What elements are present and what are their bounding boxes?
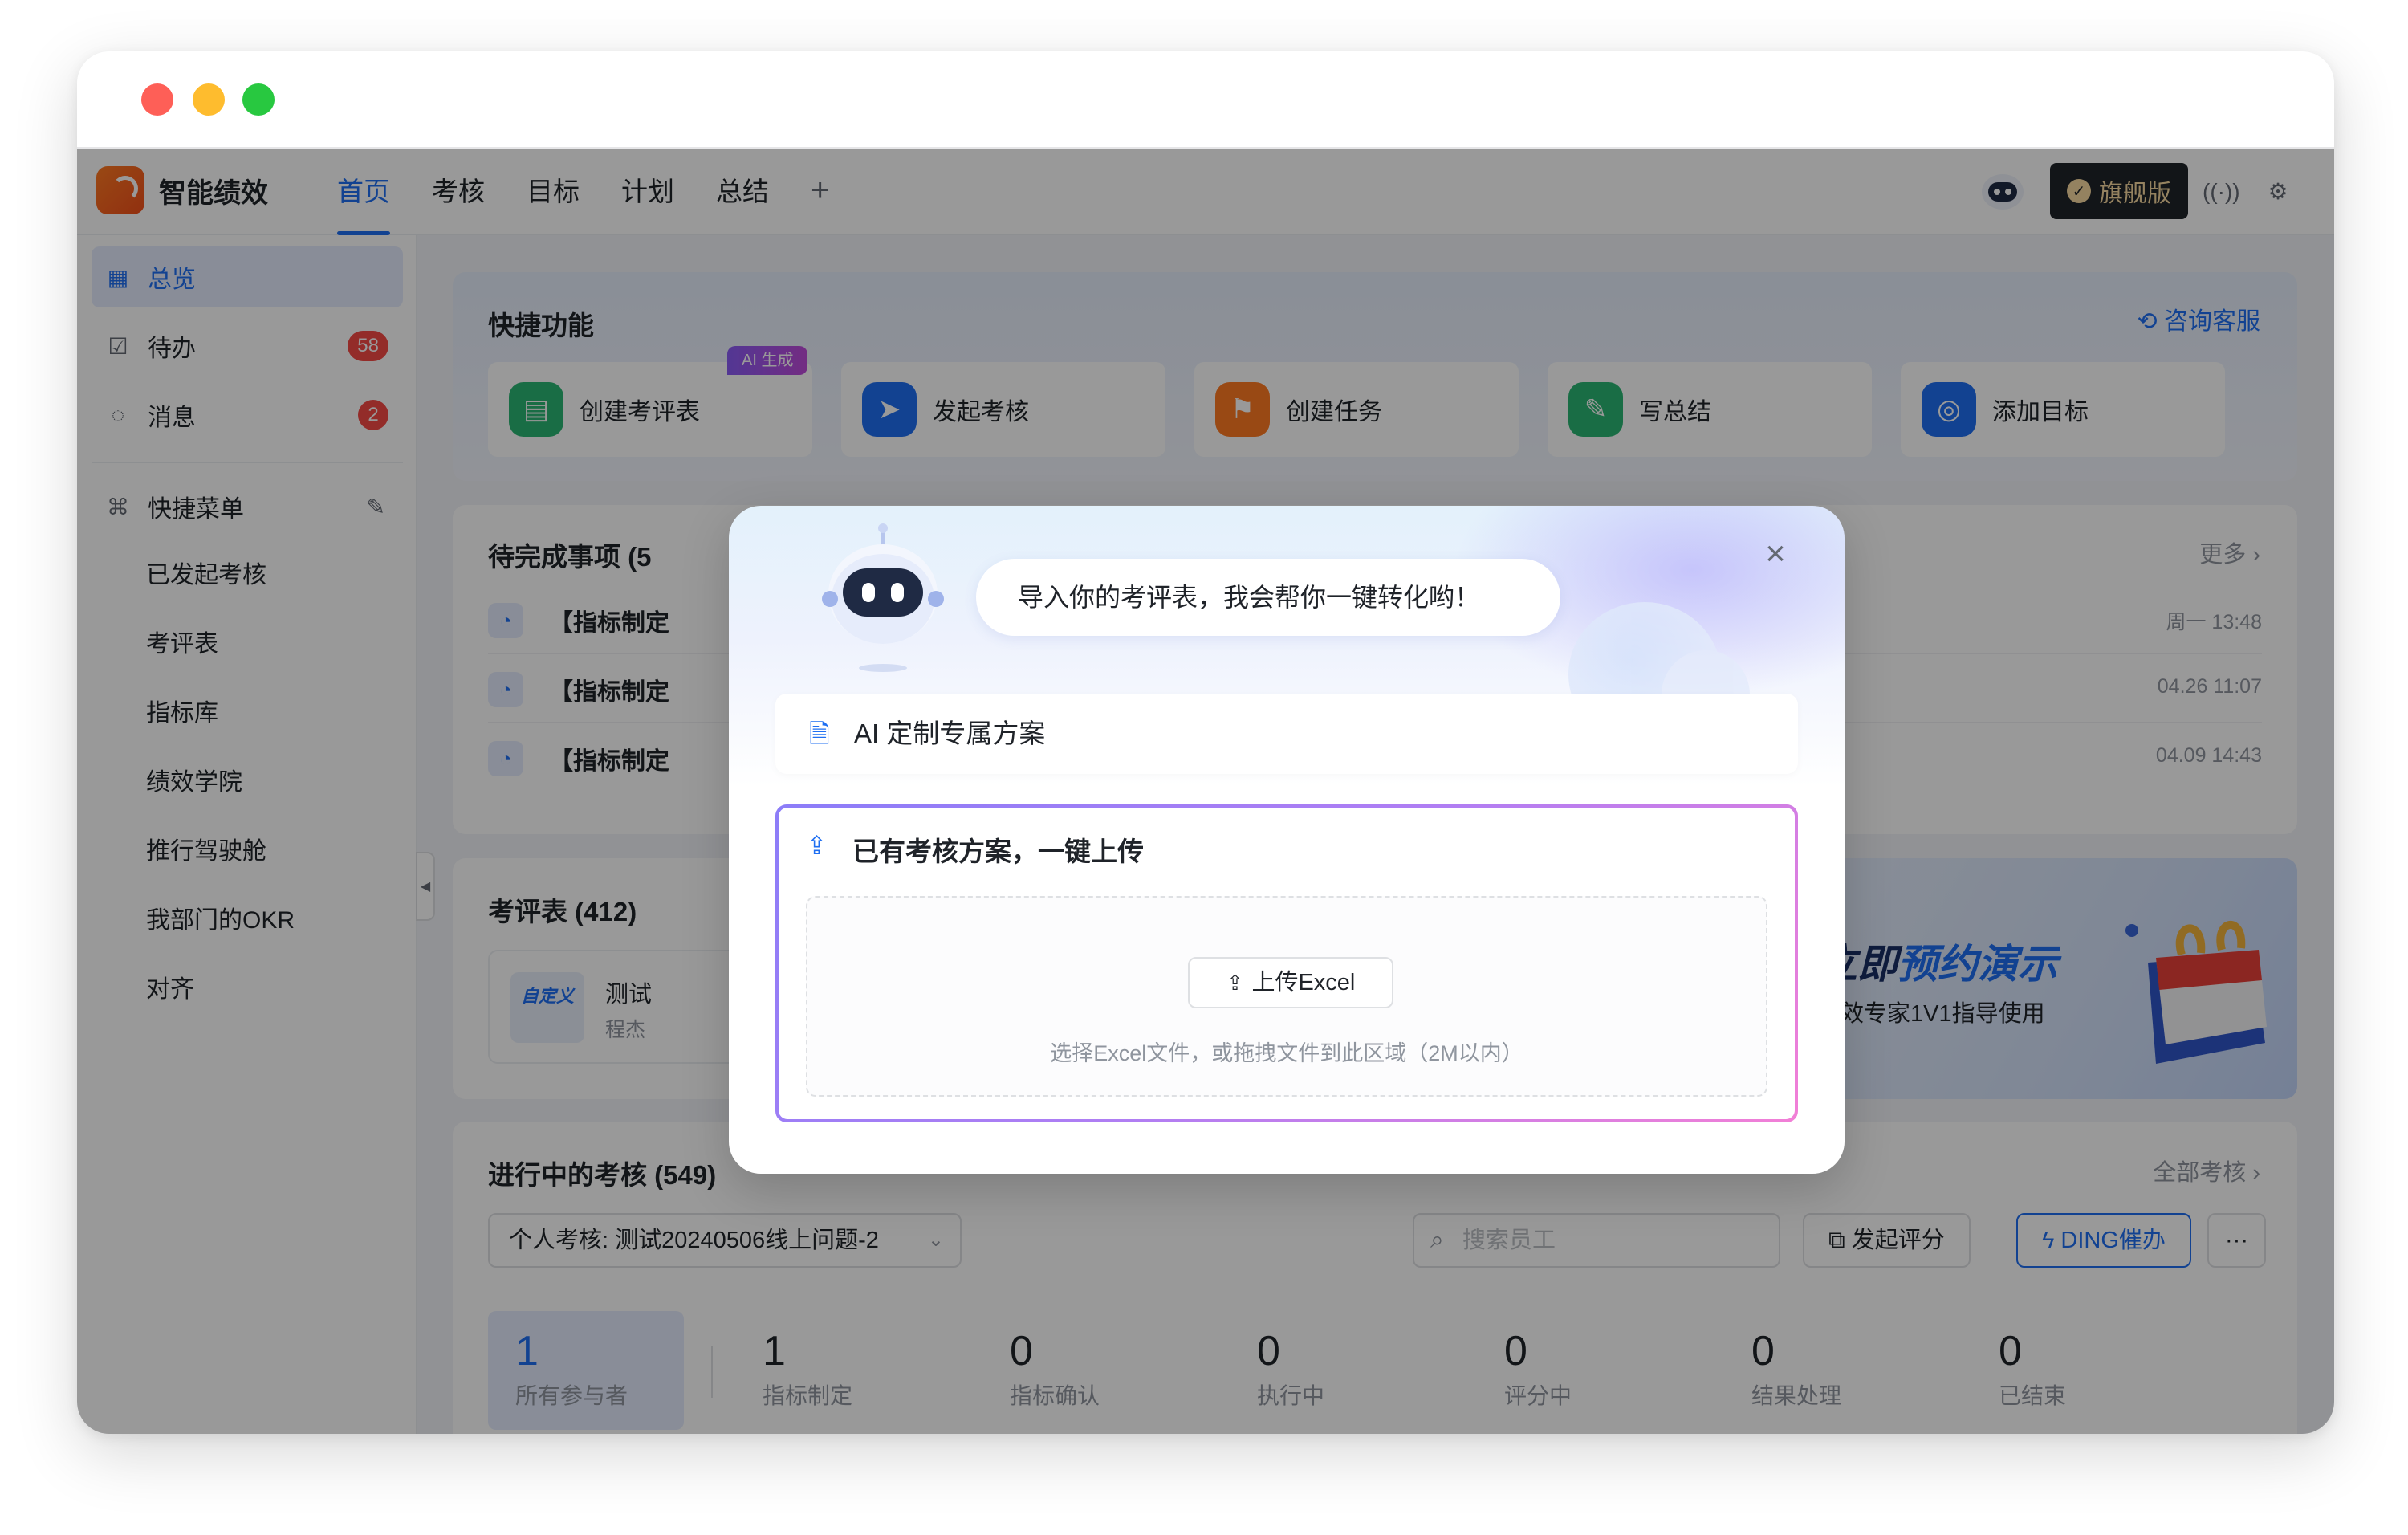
window-titlebar	[77, 51, 2334, 149]
assistant-speech-bubble: 导入你的考评表，我会帮你一键转化哟！	[976, 559, 1560, 636]
robot-mascot-icon	[822, 523, 944, 672]
close-window-button[interactable]	[141, 83, 173, 116]
ai-custom-plan-option[interactable]: 🗎 AI 定制专属方案	[775, 694, 1798, 774]
import-eval-form-modal: 导入你的考评表，我会帮你一键转化哟！ × 🗎 AI 定制专属方案 ⇪ 已有考核方…	[729, 506, 1845, 1174]
file-dropzone[interactable]: ⇪ 上传Excel 选择Excel文件，或拖拽文件到此区域（2M以内）	[806, 896, 1767, 1097]
maximize-window-button[interactable]	[242, 83, 275, 116]
upload-icon: ⇪	[1226, 971, 1244, 995]
upload-existing-plan-card: ⇪ 已有考核方案，一键上传 ⇪ 上传Excel 选择Excel文件，或拖拽文件到此…	[775, 804, 1798, 1122]
upload-excel-label: 上传Excel	[1251, 970, 1356, 996]
app-window: 智能绩效 首页 考核 目标 计划 总结 + ✓ 旗舰版 ((·)) ⚙ ▦ 总览…	[77, 51, 2334, 1434]
ai-plan-label: AI 定制专属方案	[854, 719, 1046, 748]
upload-excel-button[interactable]: ⇪ 上传Excel	[1188, 957, 1393, 1008]
upload-hint: 选择Excel文件，或拖拽文件到此区域（2M以内）	[1050, 1041, 1523, 1065]
upload-card-title: 已有考核方案，一键上传	[852, 837, 1144, 866]
upload-icon: ⇪	[806, 831, 828, 860]
document-icon: 🗎	[809, 719, 830, 748]
minimize-window-button[interactable]	[193, 83, 225, 116]
close-icon[interactable]: ×	[1756, 535, 1795, 573]
